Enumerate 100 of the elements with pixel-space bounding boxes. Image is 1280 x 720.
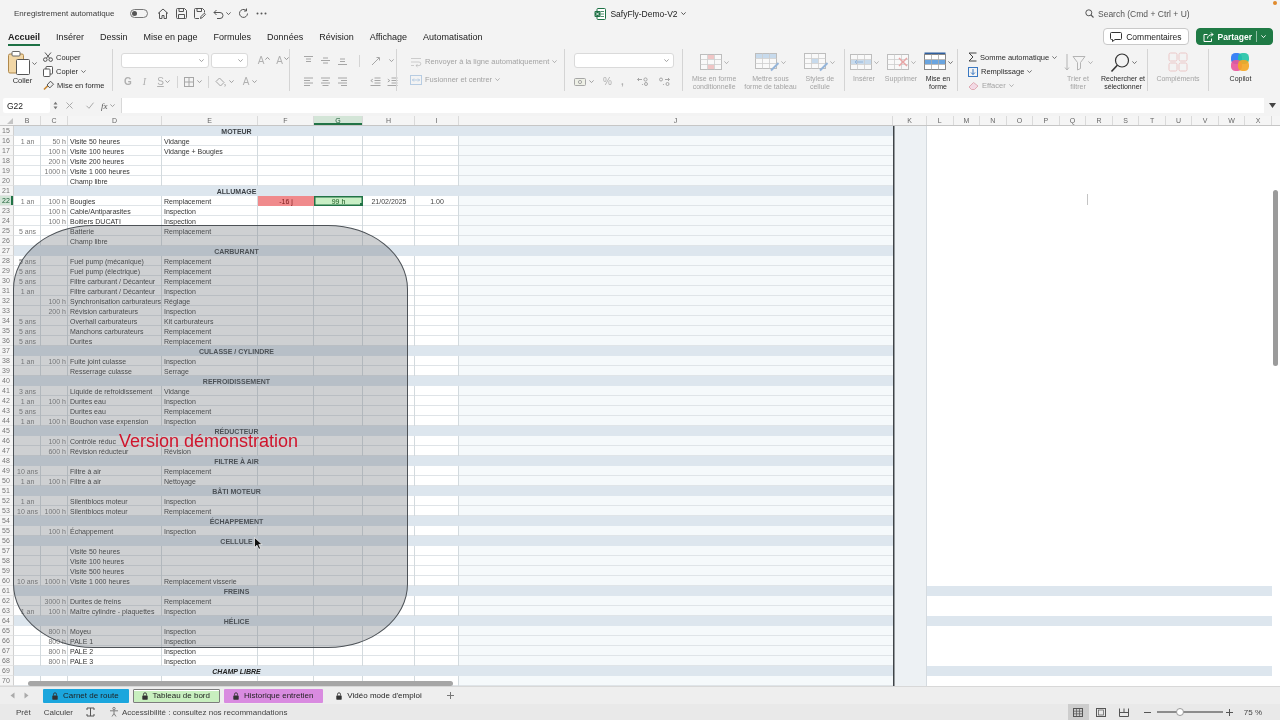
ribbon-tab[interactable]: Données <box>267 27 304 46</box>
caret-icon <box>723 60 729 64</box>
caret-icon <box>237 59 243 62</box>
caret-icon <box>495 78 501 81</box>
page-break-icon <box>1119 707 1130 717</box>
formula-input-field[interactable] <box>120 98 1264 113</box>
align-right-icon[interactable] <box>337 77 348 86</box>
paintbrush-icon <box>43 80 54 90</box>
sheet-tab[interactable]: Tableau de bord <box>132 688 220 703</box>
normal-view-button[interactable] <box>1067 704 1089 720</box>
caret-up-icon <box>265 57 271 60</box>
lock-icon <box>52 691 58 700</box>
comments-button[interactable]: Commentaires <box>1103 28 1189 45</box>
caret-icon <box>32 61 37 65</box>
font-size-field[interactable] <box>210 53 248 68</box>
align-left-icon[interactable] <box>303 77 314 86</box>
page-layout-icon <box>1096 707 1107 717</box>
previous-sheet-icon[interactable] <box>10 692 15 699</box>
search-icon <box>1109 52 1130 72</box>
accessibility-icon <box>109 707 119 717</box>
increase-indent-icon[interactable] <box>387 77 398 86</box>
stepper-icon[interactable] <box>53 101 58 110</box>
ribbon-tab[interactable]: Mise en page <box>143 27 198 46</box>
decrease-indent-icon[interactable] <box>370 77 381 86</box>
save-edit-icon[interactable] <box>193 8 206 19</box>
align-middle-icon[interactable] <box>320 56 331 65</box>
caret-icon <box>910 60 916 64</box>
caret-icon <box>1008 84 1014 87</box>
document-title[interactable]: SafyFly-Demo-V2 <box>610 8 686 19</box>
sigma-icon <box>968 52 977 62</box>
ribbon-tab[interactable]: Dessin <box>100 27 128 46</box>
caret-icon <box>947 60 953 64</box>
select-all-icon[interactable] <box>7 118 13 124</box>
ribbon-tab[interactable]: Affichage <box>369 27 408 46</box>
ribbon-tab[interactable]: Accueil <box>8 27 40 46</box>
scissors-icon <box>43 52 53 62</box>
sheet-tab[interactable]: Historique entretien <box>224 688 324 703</box>
sheet-tab[interactable]: Vidéo mode d'emploi <box>327 688 432 703</box>
caret-icon <box>109 104 115 107</box>
dropdown-arrow-icon[interactable] <box>1269 103 1276 108</box>
font-name-field[interactable] <box>121 53 209 68</box>
caret-icon <box>552 60 558 63</box>
share-button[interactable]: Partager <box>1195 28 1273 45</box>
zoom-level-label[interactable]: 75 % <box>1243 707 1262 717</box>
lock-icon <box>141 691 148 700</box>
save-icon[interactable] <box>175 8 187 19</box>
calculate-button[interactable]: Calculer <box>43 707 73 717</box>
home-icon[interactable] <box>156 8 169 19</box>
grid-squares-icon <box>1168 52 1188 72</box>
vertical-scrollbar-thumb[interactable] <box>1273 190 1278 366</box>
ribbon-tab[interactable]: Révision <box>319 27 354 46</box>
caret-icon[interactable] <box>225 12 231 15</box>
wrap-text-icon <box>410 56 422 67</box>
cell-pencil-icon <box>804 53 829 71</box>
funnel-icon <box>1063 53 1086 71</box>
borders-icon[interactable] <box>183 76 194 87</box>
clipboard-icon <box>8 51 30 75</box>
accessibility-status[interactable]: Accessibilité : consultez nos recommandations <box>122 707 288 717</box>
decrease-decimal-icon[interactable] <box>636 77 648 86</box>
currency-icon[interactable] <box>574 77 586 86</box>
number-format-field[interactable] <box>574 53 674 68</box>
caret-icon <box>1131 60 1137 64</box>
name-box-field[interactable]: G22 <box>3 98 50 113</box>
caret-icon <box>830 60 836 64</box>
zoom-slider-thumb[interactable] <box>1175 708 1184 716</box>
highlighted-grid-icon <box>699 54 722 70</box>
undo-icon[interactable] <box>212 8 224 19</box>
caret-icon <box>389 59 394 62</box>
orientation-icon[interactable] <box>371 55 383 66</box>
redo-icon[interactable] <box>237 8 249 19</box>
caret-icon <box>873 60 879 64</box>
caret-icon <box>1027 70 1033 73</box>
ribbon-tab[interactable]: Automatisation <box>423 27 483 46</box>
align-center-icon[interactable] <box>320 77 331 86</box>
search-field[interactable]: Search (Cmd + Ctrl + U) <box>1098 8 1198 19</box>
more-icon[interactable] <box>255 12 267 15</box>
caret-icon <box>252 80 258 83</box>
add-sheet-icon[interactable] <box>446 692 454 699</box>
insert-function-button[interactable]: fx <box>101 100 108 111</box>
align-top-icon[interactable] <box>303 56 314 65</box>
checkmark-icon[interactable] <box>86 102 94 109</box>
caret-icon <box>228 80 234 83</box>
increase-decimal-icon[interactable] <box>658 77 670 86</box>
ribbon-tab[interactable]: Insérer <box>56 27 85 46</box>
ribbon-tab[interactable]: Formules <box>213 27 252 46</box>
caret-icon <box>680 12 686 15</box>
horizontal-scrollbar-thumb[interactable] <box>28 681 453 686</box>
zoom-in-icon[interactable] <box>1225 708 1233 716</box>
caret-icon <box>589 80 594 83</box>
status-text: Prêt <box>16 707 31 717</box>
notification-dot-icon <box>1273 1 1277 5</box>
grid-icon <box>1073 707 1084 717</box>
cancel-icon[interactable] <box>66 102 73 109</box>
mouse-pointer-icon <box>254 537 263 550</box>
fill-color-icon[interactable] <box>214 76 226 87</box>
next-sheet-icon[interactable] <box>24 692 29 699</box>
fill-down-icon <box>968 66 978 77</box>
sheet-tab[interactable]: Carnet de route <box>43 688 129 703</box>
align-bottom-icon[interactable] <box>337 56 348 65</box>
i-beam-icon[interactable] <box>86 707 95 717</box>
